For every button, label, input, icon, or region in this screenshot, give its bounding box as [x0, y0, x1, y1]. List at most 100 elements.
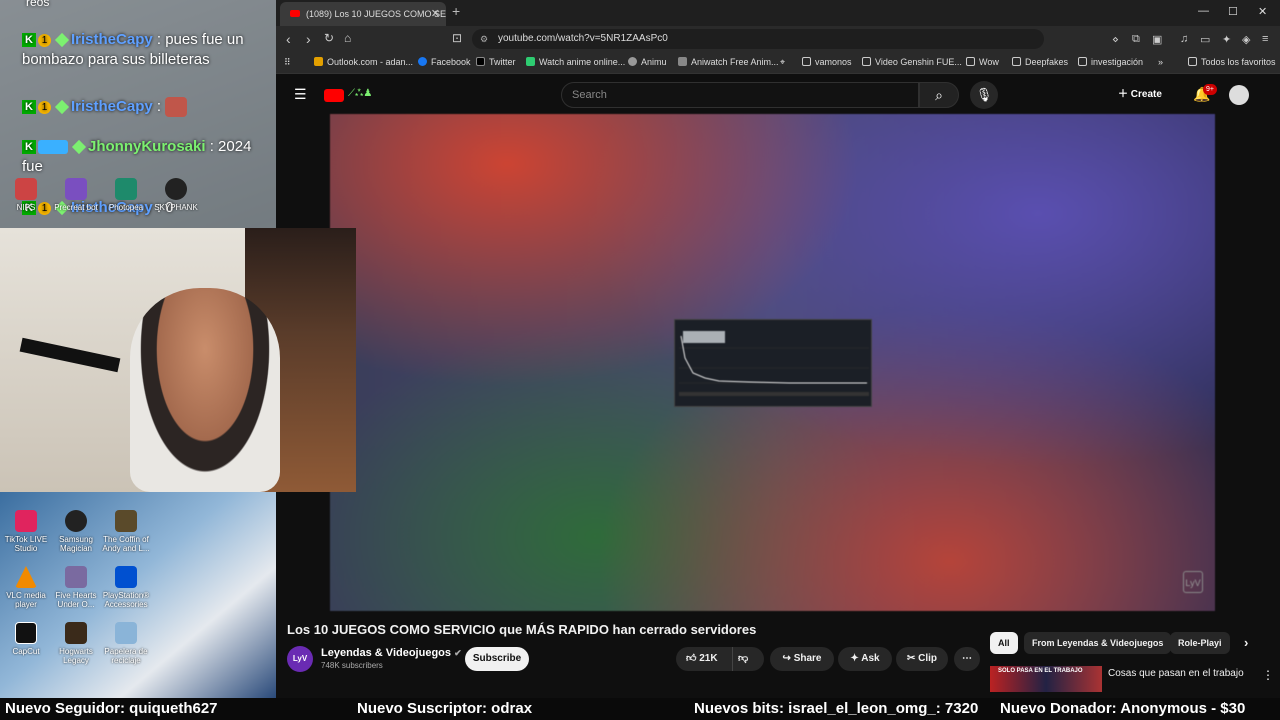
kick-badge: K: [22, 33, 36, 48]
chat-message: K 1 IristheCapy : pues fue un bombazo para…: [22, 30, 272, 70]
forward-button[interactable]: ›: [306, 31, 311, 47]
voice-search-button[interactable]: 🎙: [970, 81, 998, 109]
chip-role-playing[interactable]: Role-Playi: [1170, 632, 1230, 654]
subscribe-button[interactable]: Subscribe: [465, 647, 529, 671]
bookmark-item[interactable]: Animu: [628, 57, 667, 67]
sidebar-icon[interactable]: ▣: [1152, 33, 1162, 46]
recommended-title[interactable]: Cosas que pasan en el trabajo: [1108, 668, 1244, 679]
address-bar[interactable]: ⚙ youtube.com/watch?v=5NR1ZAAsPc0: [472, 29, 1044, 49]
maximize-button[interactable]: ☐: [1228, 5, 1238, 18]
like-button[interactable]: 👍︎ 21K: [686, 647, 718, 671]
chevron-right-icon[interactable]: ›: [1236, 632, 1256, 654]
site-info-icon[interactable]: ⚙: [480, 29, 488, 49]
more-actions-button[interactable]: ⋯: [954, 647, 980, 671]
diamond-icon: [71, 139, 87, 155]
search-input[interactable]: Search: [561, 82, 919, 108]
ask-button[interactable]: ✦ Ask: [838, 647, 892, 671]
bookmark-icon[interactable]: ⊡: [452, 31, 462, 45]
bookmark-folder[interactable]: Video Genshin FUE...: [862, 57, 962, 67]
recommended-thumbnail[interactable]: SOLO PASA EN EL TRABAJO: [990, 666, 1102, 692]
kick-badge: K: [22, 100, 36, 115]
dislike-button[interactable]: 👎︎: [738, 647, 748, 671]
bookmark-item[interactable]: Aniwatch Free Anim...: [678, 57, 779, 67]
recommended-video[interactable]: SOLO PASA EN EL TRABAJO Cosas que pasan …: [990, 666, 1280, 692]
subscriber-count: 748K subscribers: [321, 661, 383, 670]
youtube-header: ☰ ⟋⁂♟ Search ⌕ 🎙 ＋ Create 🔔 9+: [276, 76, 1280, 114]
more-icon: ⋯: [962, 653, 972, 664]
thumbs-down-icon: 👎︎: [738, 653, 749, 664]
channel-watermark[interactable]: LyV: [1183, 571, 1203, 593]
bookmark-item[interactable]: Twitter: [476, 57, 516, 67]
clip-button[interactable]: ✂ Clip: [896, 647, 948, 671]
extension-icon[interactable]: ⋄: [1112, 33, 1119, 46]
browser-tab[interactable]: (1089) Los 10 JUEGOS COMO SE ✕: [280, 2, 446, 26]
desktop-icon[interactable]: The Coffin of Andy and L...: [100, 510, 152, 553]
desktop-icon[interactable]: CapCut: [0, 622, 52, 656]
pin-icon[interactable]: ⌖: [780, 57, 785, 68]
desktop-icon[interactable]: SKYPHANK: [150, 178, 202, 212]
verified-icon: ✔: [454, 648, 462, 658]
back-button[interactable]: ‹: [286, 31, 291, 47]
ticker-subscriber: Nuevo Suscriptor: odrax: [357, 700, 533, 717]
desktop-icon[interactable]: Hogwarts Legacy: [50, 622, 102, 665]
more-bookmarks-icon[interactable]: »: [1158, 57, 1163, 67]
chip-all[interactable]: All: [990, 632, 1018, 654]
menu-icon[interactable]: ≡: [1262, 33, 1268, 45]
bookmark-item[interactable]: Watch anime online...: [526, 57, 625, 67]
bookmark-folder[interactable]: vamonos: [802, 57, 852, 67]
ticker-bits: Nuevos bits: israel_el_leon_omg_: 7320: [694, 700, 979, 717]
share-button[interactable]: ↪ Share: [770, 647, 834, 671]
search-button[interactable]: ⌕: [919, 82, 959, 108]
streamer: [130, 288, 280, 492]
bookmark-folder[interactable]: Wow: [966, 57, 999, 67]
app-icon: [15, 178, 37, 200]
bookmark-folder[interactable]: Deepfakes: [1012, 57, 1068, 67]
reload-button[interactable]: ↻: [324, 31, 334, 45]
chat-username: JhonnyKurosaki: [88, 138, 206, 155]
avatar[interactable]: [1229, 85, 1249, 105]
desktop-icon[interactable]: Photopea: [100, 178, 152, 212]
home-button[interactable]: ⌂: [344, 31, 351, 45]
ticker-follower: Nuevo Seguidor: quiqueth627: [5, 700, 218, 717]
chip-from-channel[interactable]: From Leyendas & Videojuegos: [1024, 632, 1172, 654]
wallet-icon[interactable]: ▭: [1200, 33, 1210, 46]
desktop-icon[interactable]: Samsung Magician: [50, 510, 102, 553]
share-icon: ↪: [782, 653, 794, 664]
diamond-icon: [54, 99, 70, 115]
desktop-icon[interactable]: TikTok LIVE Studio: [0, 510, 52, 553]
music-icon[interactable]: ♫: [1180, 33, 1188, 45]
minimize-button[interactable]: —: [1198, 5, 1209, 17]
bookmark-item[interactable]: Outlook.com - adan...: [314, 57, 413, 67]
channel-name[interactable]: Leyendas & Videojuegos ✔: [321, 647, 462, 659]
vpn-icon[interactable]: ◈: [1242, 33, 1250, 46]
bookmark-folder[interactable]: investigación: [1078, 57, 1143, 67]
ai-icon[interactable]: ✦: [1222, 33, 1231, 46]
tab-bar: (1089) Los 10 JUEGOS COMO SE ✕ + — ☐ ✕: [276, 0, 1280, 26]
channel-avatar[interactable]: LyV: [287, 646, 313, 672]
desktop-icon[interactable]: NIPS: [0, 178, 52, 212]
stream-ticker: Nuevo Seguidor: quiqueth627 Nuevo Suscri…: [0, 698, 1280, 720]
desktop-icon[interactable]: Papelera de reciclaje: [100, 622, 152, 665]
extensions-icon[interactable]: ⧉: [1132, 33, 1140, 46]
apps-icon[interactable]: ⠿: [284, 57, 291, 68]
create-button[interactable]: ＋ Create: [1118, 84, 1162, 106]
tier-badge: 1: [38, 100, 51, 114]
close-tab-icon[interactable]: ✕: [431, 2, 440, 26]
hamburger-menu-icon[interactable]: ☰: [294, 86, 307, 103]
youtube-logo[interactable]: [324, 89, 344, 102]
youtube-icon: [290, 10, 300, 17]
bookmark-folder[interactable]: Todos los favoritos: [1188, 57, 1276, 67]
desktop-icon[interactable]: PlayStation® Accessories: [100, 566, 152, 609]
video-player[interactable]: LyV: [330, 114, 1215, 611]
bookmark-item[interactable]: Facebook: [418, 57, 471, 67]
desktop-icon[interactable]: Precreat bot: [50, 178, 102, 212]
diamond-icon: [54, 32, 70, 48]
desktop-icon[interactable]: VLC media player: [0, 566, 52, 609]
vlc-icon: [15, 566, 37, 588]
kick-badge: K: [22, 140, 36, 155]
more-icon[interactable]: ⋮: [1262, 668, 1274, 682]
desktop-icon[interactable]: Five Hearts Under O...: [50, 566, 102, 609]
search-icon: ⌕: [935, 87, 943, 103]
close-window-button[interactable]: ✕: [1258, 5, 1267, 18]
new-tab-button[interactable]: +: [452, 3, 460, 19]
